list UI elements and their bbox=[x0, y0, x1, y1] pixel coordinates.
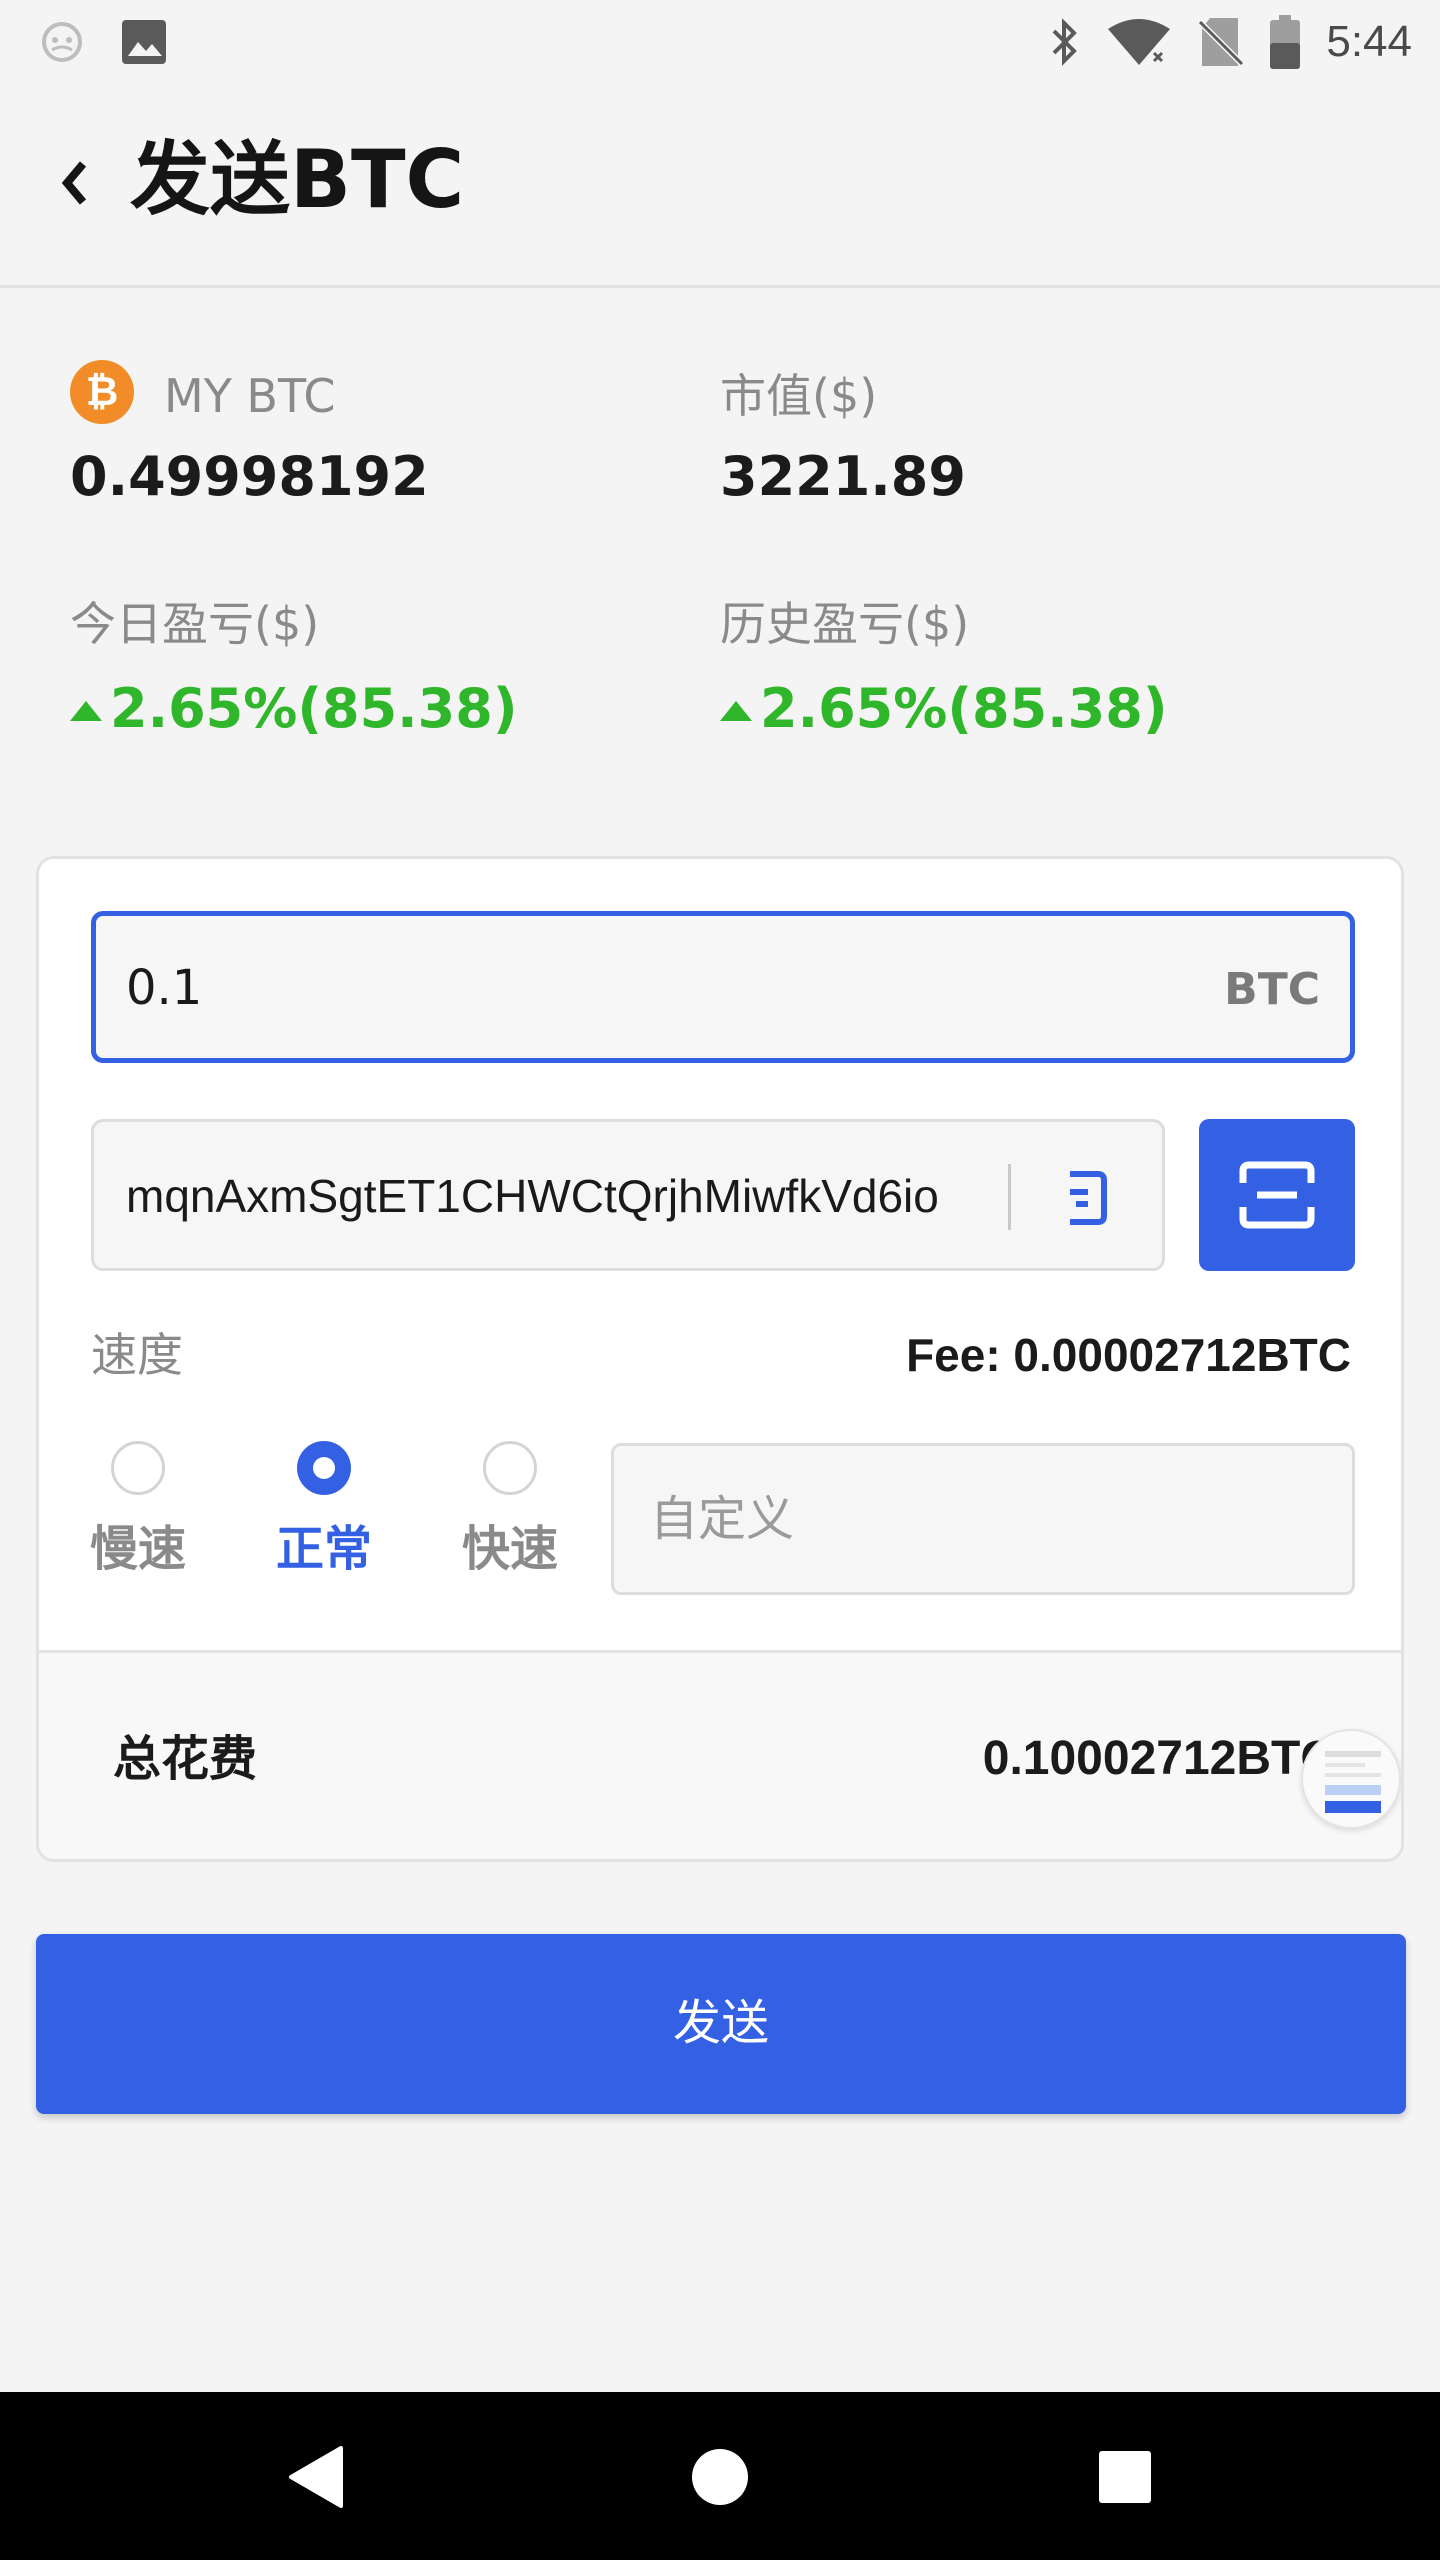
wifi-icon bbox=[1108, 19, 1171, 66]
nav-back-button[interactable] bbox=[270, 2432, 360, 2522]
battery-icon bbox=[1270, 15, 1301, 69]
speed-option-slow[interactable]: 慢速 bbox=[83, 1441, 193, 1581]
speed-option-fast[interactable]: 快速 bbox=[455, 1441, 565, 1581]
today-pnl-change: 2.65%(85.38) bbox=[70, 674, 518, 744]
arrow-up-icon bbox=[70, 701, 102, 721]
circle-home-icon bbox=[692, 2449, 748, 2505]
no-sim-icon bbox=[1198, 18, 1245, 67]
square-recents-icon bbox=[1099, 2451, 1151, 2503]
amount-unit: BTC bbox=[1224, 964, 1320, 1015]
market-value-stat: 市值($) 3221.89 bbox=[720, 364, 966, 512]
nav-recents-button[interactable] bbox=[1080, 2432, 1170, 2522]
bluetooth-icon bbox=[1052, 18, 1078, 66]
market-value: 3221.89 bbox=[720, 445, 966, 508]
radio-normal[interactable] bbox=[297, 1441, 351, 1495]
app-preview-icon bbox=[1325, 1751, 1381, 1813]
amount-input[interactable]: 0.1 BTC bbox=[91, 911, 1355, 1063]
speed-fast-label: 快速 bbox=[461, 1521, 558, 1577]
status-bar: 5:44 bbox=[0, 0, 1440, 84]
scan-icon bbox=[1239, 1161, 1315, 1229]
radio-fast[interactable] bbox=[483, 1441, 537, 1495]
radio-slow[interactable] bbox=[111, 1441, 165, 1495]
fee-text: Fee: 0.00002712BTC bbox=[906, 1329, 1351, 1381]
custom-fee-input[interactable]: 自定义 bbox=[611, 1443, 1355, 1595]
history-pnl-stat: 历史盈亏($) 2.65%(85.38) bbox=[720, 594, 1168, 744]
page-title: 发送BTC bbox=[130, 133, 465, 226]
address-book-icon bbox=[1070, 1171, 1107, 1225]
triangle-back-icon bbox=[289, 2446, 343, 2508]
ghost-icon bbox=[42, 22, 82, 62]
chevron-left-icon bbox=[61, 161, 87, 205]
status-time: 5:44 bbox=[1326, 17, 1412, 66]
amount-value[interactable]: 0.1 bbox=[126, 956, 202, 1020]
bitcoin-icon: ₿ bbox=[70, 360, 134, 424]
my-btc-label: MY BTC bbox=[164, 369, 336, 423]
speed-normal-label: 正常 bbox=[275, 1521, 372, 1577]
total-cost-value: 0.10002712BTC bbox=[982, 1732, 1335, 1785]
market-value-label: 市值($) bbox=[720, 369, 878, 423]
history-pnl-label: 历史盈亏($) bbox=[720, 597, 970, 651]
nav-home-button[interactable] bbox=[675, 2432, 765, 2522]
image-icon bbox=[122, 20, 166, 64]
address-input[interactable]: mqnAxmSgtET1CHWCtQrjhMiwfkVd6io bbox=[91, 1119, 1165, 1271]
speed-option-normal[interactable]: 正常 bbox=[269, 1441, 379, 1581]
my-btc-value: 0.49998192 bbox=[70, 445, 429, 508]
back-button[interactable] bbox=[44, 138, 104, 228]
send-form-card: 0.1 BTC mqnAxmSgtET1CHWCtQrjhMiwfkVd6io … bbox=[36, 856, 1404, 1862]
address-value[interactable]: mqnAxmSgtET1CHWCtQrjhMiwfkVd6io bbox=[126, 1164, 982, 1228]
total-cost-label: 总花费 bbox=[113, 1731, 258, 1787]
today-pnl-stat: 今日盈亏($) 2.65%(85.38) bbox=[70, 594, 518, 744]
floating-window-thumbnail[interactable] bbox=[1301, 1729, 1401, 1829]
total-cost-row: 总花费 0.10002712BTC bbox=[39, 1650, 1401, 1859]
my-btc-stat: ₿ MY BTC 0.49998192 bbox=[70, 360, 429, 512]
history-pnl-value: 2.65%(85.38) bbox=[760, 677, 1168, 740]
send-button[interactable]: 发送 bbox=[36, 1934, 1406, 2114]
today-pnl-value: 2.65%(85.38) bbox=[110, 677, 518, 740]
app-header: 发送BTC bbox=[0, 84, 1440, 288]
scan-qr-button[interactable] bbox=[1199, 1119, 1355, 1271]
speed-slow-label: 慢速 bbox=[89, 1521, 186, 1577]
system-nav-bar bbox=[0, 2392, 1440, 2560]
speed-label: 速度 bbox=[91, 1328, 183, 1382]
address-divider bbox=[1008, 1164, 1011, 1230]
address-book-button[interactable] bbox=[1040, 1158, 1130, 1238]
arrow-up-icon bbox=[720, 701, 752, 721]
history-pnl-change: 2.65%(85.38) bbox=[720, 674, 1168, 744]
today-pnl-label: 今日盈亏($) bbox=[70, 597, 320, 651]
